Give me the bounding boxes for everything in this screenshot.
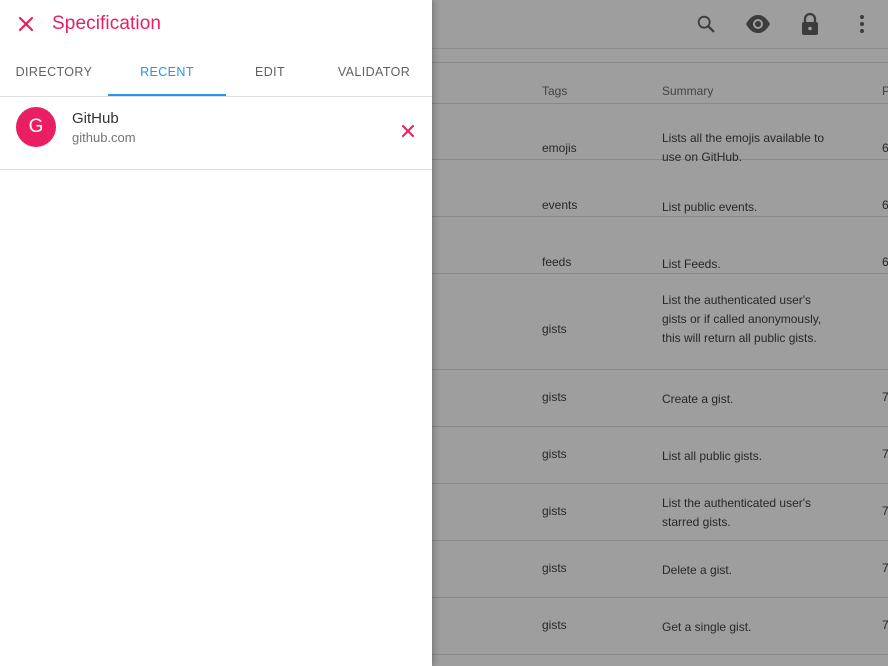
close-icon[interactable] bbox=[12, 10, 40, 38]
specification-drawer: Specification DIRECTORY RECENT EDIT VALI… bbox=[0, 0, 432, 666]
active-tab-indicator bbox=[108, 94, 226, 96]
tab-edit[interactable]: EDIT bbox=[216, 48, 324, 96]
spec-url: github.com bbox=[72, 130, 136, 145]
remove-icon[interactable] bbox=[396, 119, 420, 143]
tab-recent[interactable]: RECENT bbox=[112, 48, 222, 96]
drawer-title: Specification bbox=[52, 13, 162, 34]
drawer-tabs: DIRECTORY RECENT EDIT VALIDATOR bbox=[0, 48, 432, 97]
recent-spec-item[interactable]: G GitHub github.com bbox=[0, 97, 432, 170]
avatar: G bbox=[16, 107, 56, 147]
spec-title: GitHub bbox=[72, 110, 119, 127]
tab-validator[interactable]: VALIDATOR bbox=[320, 48, 428, 96]
drawer-header: Specification bbox=[0, 0, 432, 48]
tab-directory[interactable]: DIRECTORY bbox=[0, 48, 108, 96]
